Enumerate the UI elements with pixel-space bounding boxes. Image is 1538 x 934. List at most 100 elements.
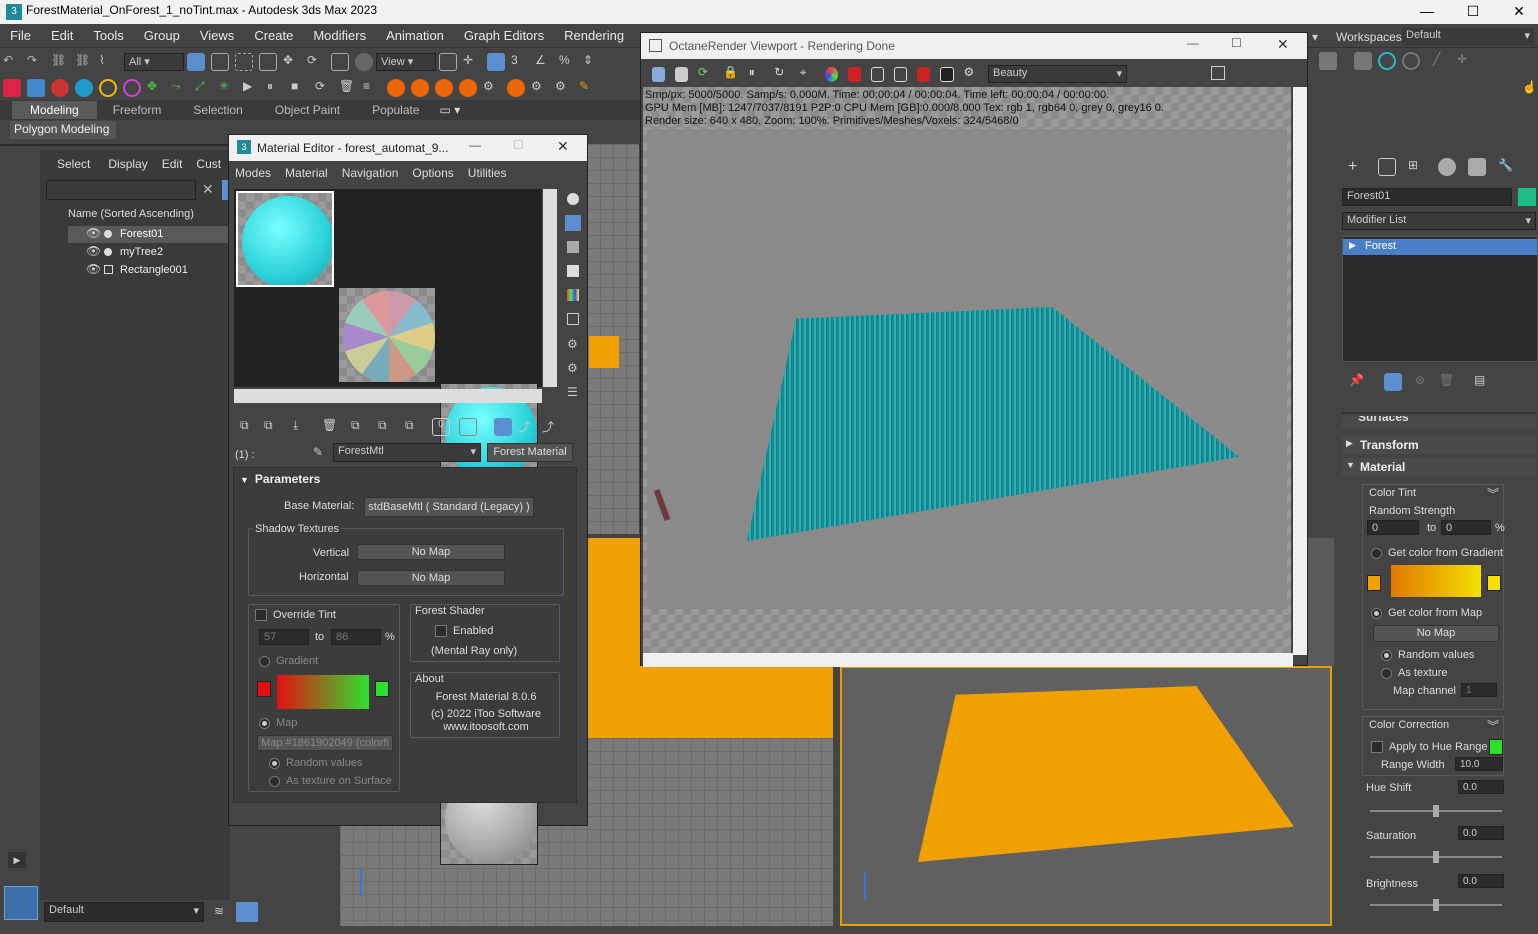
restart-icon[interactable]: ↻ (774, 65, 789, 83)
menu-file[interactable]: File (8, 25, 33, 46)
slots-hscroll[interactable] (234, 389, 542, 403)
menu-group[interactable]: Group (142, 25, 182, 46)
teapot-icon[interactable] (3, 79, 21, 97)
me-menu-options[interactable]: Options (412, 166, 453, 180)
list-item[interactable]: 👁 Forest01 (68, 226, 230, 243)
gradient-end-swatch[interactable] (1487, 575, 1501, 591)
hue-shift-slider[interactable] (1370, 805, 1502, 817)
link-icon[interactable]: ⛓ (51, 53, 69, 71)
column-header[interactable]: Name (Sorted Ascending) (68, 208, 194, 220)
keyboard-shortcut-icon[interactable] (487, 53, 505, 71)
spinner-snap-icon[interactable]: ⇕ (583, 53, 601, 71)
record-icon[interactable] (940, 66, 954, 82)
hue-range-swatch[interactable] (1489, 739, 1503, 755)
ring-icon[interactable] (99, 79, 117, 97)
render-frame-icon[interactable] (1354, 52, 1372, 70)
particles-icon[interactable]: ✳ (219, 79, 237, 97)
chevron-down-icon[interactable]: ︾ (1487, 485, 1499, 502)
pause-icon[interactable]: ⏸ (749, 65, 764, 83)
shape-icon[interactable] (104, 265, 113, 274)
move-icon[interactable]: ✥ (283, 53, 301, 71)
enabled-checkbox[interactable]: Enabled (435, 625, 493, 638)
se-menu-customize[interactable]: Cust (196, 157, 221, 171)
se-menu-display[interactable]: Display (108, 157, 147, 171)
maximize-icon[interactable]: ☐ (1231, 36, 1242, 50)
options-icon[interactable]: ⚙ (567, 337, 578, 351)
me-menu-material[interactable]: Material (285, 166, 328, 180)
create-tab-icon[interactable]: + (1348, 158, 1366, 176)
slash-icon[interactable]: ╱ (1433, 52, 1451, 70)
hierarchy-tab-icon[interactable]: ⊞ (1408, 158, 1426, 176)
go-forward-icon[interactable]: ⤴ (518, 418, 536, 436)
go-sibling-icon[interactable]: ⤴ (542, 418, 560, 436)
color-picker-icon[interactable] (825, 66, 839, 82)
menu-edit[interactable]: Edit (49, 25, 75, 46)
surfaces-rollout[interactable]: Surfaces (1342, 416, 1536, 428)
gradient-start-swatch[interactable] (1367, 575, 1381, 591)
put-to-scene-icon[interactable]: ⧉ (264, 418, 282, 436)
map-radio[interactable]: Map (259, 717, 297, 729)
bind-icon[interactable]: ⌇ (99, 53, 117, 71)
selection-filter-dropdown[interactable]: All ▾ (124, 53, 184, 71)
material-slot[interactable] (338, 287, 436, 383)
assign-material-icon[interactable]: ⤓ (293, 418, 311, 436)
render-pass-dropdown[interactable]: Beauty ▾ (988, 65, 1128, 83)
list-item[interactable]: 👁 Rectangle001 (68, 262, 230, 279)
pivot-icon[interactable] (439, 53, 457, 71)
override-tint-checkbox[interactable]: Override Tint (255, 609, 336, 622)
pause-icon[interactable]: ⏸ (267, 79, 285, 97)
slots-vscroll[interactable] (543, 189, 557, 387)
list-item[interactable]: 👁 myTree2 (68, 244, 230, 261)
material-id-icon[interactable]: ⧉ (405, 418, 423, 436)
sphere-icon[interactable] (51, 79, 69, 97)
ribbon-sub-tab[interactable]: Polygon Modeling (10, 121, 116, 139)
material-name-dropdown[interactable]: ForestMtl ▾ (333, 443, 481, 462)
snaps-toggle-icon[interactable]: 3 (511, 53, 529, 71)
menu-tools[interactable]: Tools (91, 25, 125, 46)
unlink-icon[interactable]: ⛓ (75, 53, 93, 71)
minimize-icon[interactable]: — (1187, 36, 1199, 50)
trash-icon[interactable]: 🗑 (339, 79, 357, 97)
region-icon[interactable] (871, 66, 885, 82)
rotate-keys-icon[interactable]: ⤳ (171, 79, 189, 97)
select-by-material-icon[interactable]: ⚙ (567, 361, 578, 375)
play-icon[interactable]: ▶ (243, 79, 261, 97)
gradient-end-swatch[interactable] (375, 681, 389, 697)
configure-sets-icon[interactable]: ▤ (1474, 373, 1492, 391)
menu-views[interactable]: Views (198, 25, 236, 46)
utilities-tab-icon[interactable]: 🔧 (1498, 158, 1516, 176)
gradient-radio[interactable]: Gradient (259, 655, 318, 667)
display-tab-icon[interactable] (1468, 158, 1486, 176)
fire4-icon[interactable] (459, 79, 477, 97)
tint-to-spinner[interactable]: 86 (331, 629, 381, 645)
me-menu-utilities[interactable]: Utilities (468, 166, 507, 180)
material-slot[interactable] (236, 191, 334, 287)
gradient-bar[interactable] (277, 675, 369, 709)
brightness-slider[interactable] (1370, 899, 1502, 911)
as-texture-radio[interactable]: As texture on Surface (269, 775, 392, 787)
tab-selection[interactable]: Selection (177, 101, 258, 119)
random-strength-from[interactable]: 0 (1367, 520, 1419, 535)
expand-arrow-icon[interactable]: ▶ (1349, 240, 1356, 251)
stop-icon[interactable]: ■ (291, 79, 309, 97)
circle-icon[interactable] (1402, 52, 1420, 70)
get-material-icon[interactable]: ⧉ (240, 418, 258, 436)
material-picker-icon[interactable] (848, 66, 862, 82)
slider-thumb[interactable] (1433, 851, 1439, 863)
menu-animation[interactable]: Animation (384, 25, 446, 46)
backlight-icon[interactable] (565, 215, 581, 231)
render-dot-icon[interactable] (104, 248, 112, 256)
render-dot-icon[interactable] (104, 230, 112, 238)
eye-icon[interactable]: 👁 (86, 226, 101, 240)
select-object-icon[interactable] (187, 53, 205, 71)
fire3-icon[interactable] (435, 79, 453, 97)
base-material-button[interactable]: stdBaseMtl ( Standard (Legacy) ) (364, 497, 534, 517)
save-render-icon[interactable] (652, 66, 665, 82)
fire2-icon[interactable] (411, 79, 429, 97)
eyedropper-icon[interactable]: ✎ (313, 445, 323, 459)
remove-modifier-icon[interactable]: 🗑 (1439, 373, 1457, 391)
chevron-down-icon[interactable]: ▾ (1312, 30, 1318, 44)
tint-from-spinner[interactable]: 57 (259, 629, 309, 645)
gradient-option-radio[interactable]: Get color from Gradient (1371, 547, 1503, 559)
select-by-name-icon[interactable] (211, 53, 229, 71)
